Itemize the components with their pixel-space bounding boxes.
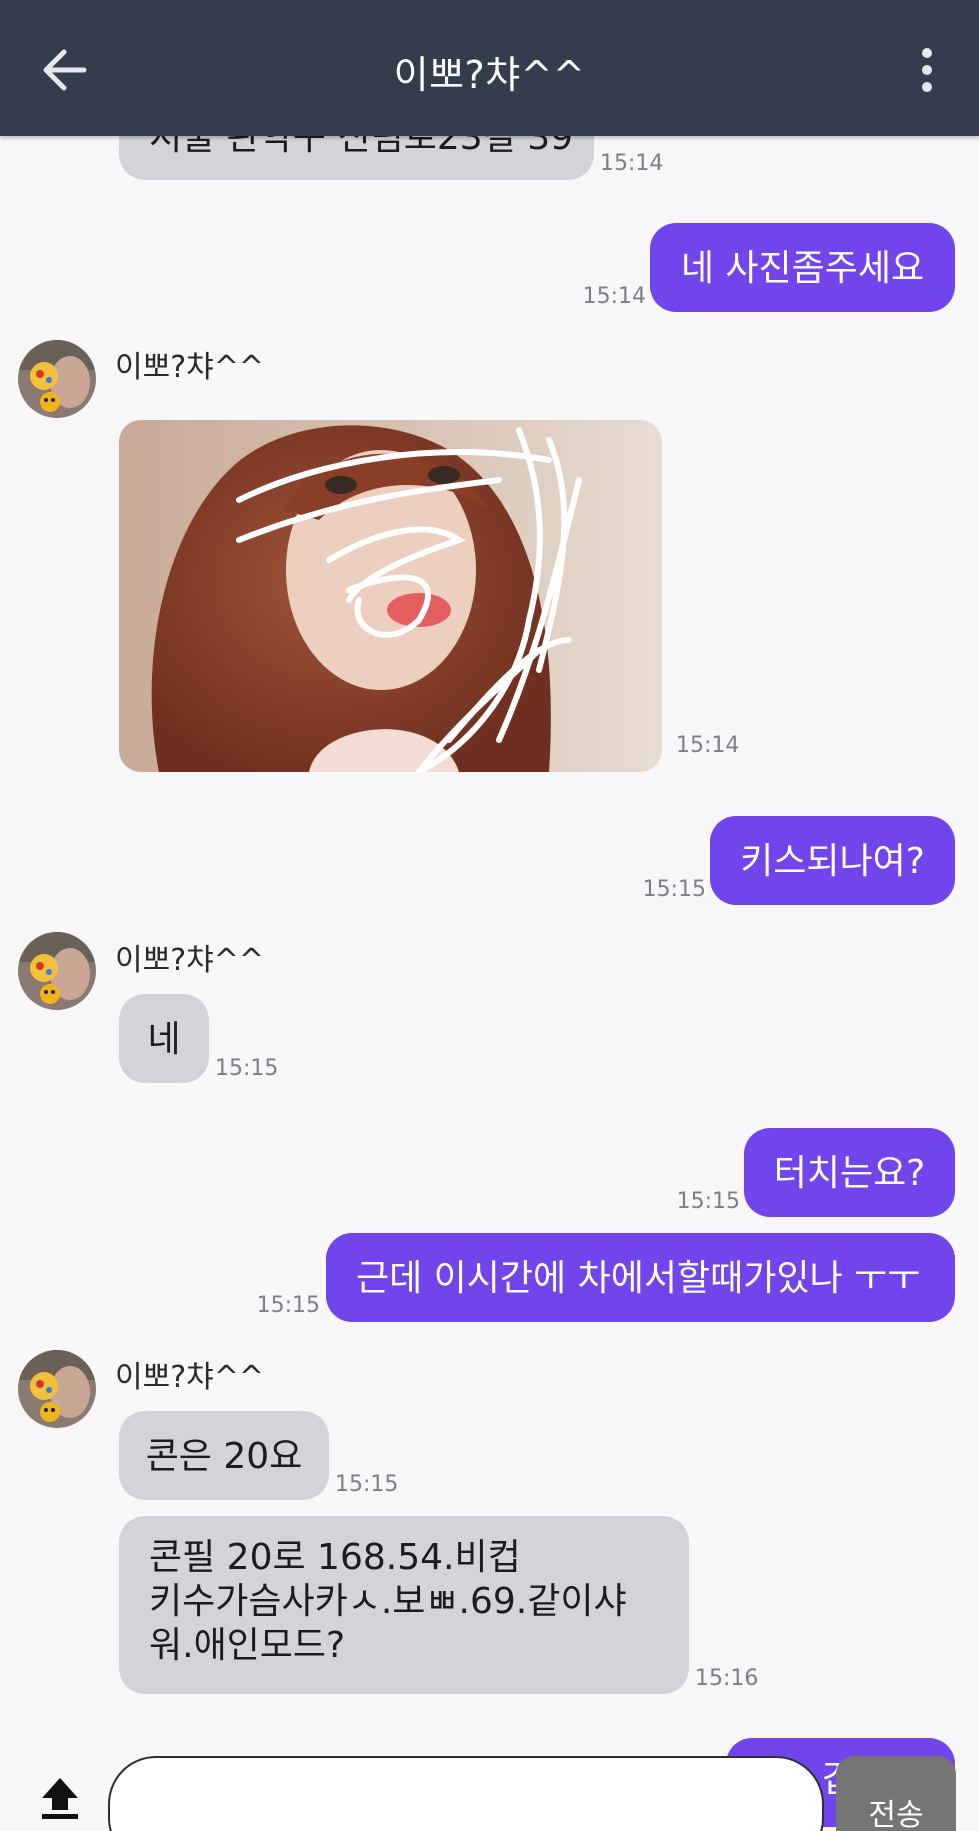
outgoing-message-bubble[interactable]: 네 사진좀주세요	[650, 223, 955, 312]
outgoing-message-bubble[interactable]: 근데 이시간에 차에서할때가있나 ㅜㅜ	[326, 1233, 955, 1322]
avatar[interactable]	[18, 340, 96, 418]
message-text-line: 콘필 20로 168.54.비컵	[149, 1537, 521, 1578]
message-text: 네 사진좀주세요	[680, 248, 925, 289]
avatar-image	[18, 340, 96, 418]
outgoing-message-bubble[interactable]: 터치는요?	[744, 1128, 955, 1217]
message-text: 네	[147, 1019, 181, 1060]
avatar[interactable]	[18, 1350, 96, 1428]
message-time: 15:15	[642, 877, 706, 902]
more-vertical-icon	[922, 48, 932, 92]
message-text: 콘은 20요	[145, 1436, 303, 1477]
send-button[interactable]: 전송	[836, 1756, 956, 1831]
message-text: 근데 이시간에 차에서할때가있나 ㅜㅜ	[356, 1258, 921, 1299]
page-title: 이뽀?챠^^	[393, 53, 586, 97]
sender-name: 이뽀?챠^^	[115, 1360, 264, 1395]
sender-name: 이뽀?챠^^	[115, 350, 264, 385]
sender-name: 이뽀?챠^^	[115, 943, 264, 978]
message-text-line: 워.애인모드?	[149, 1625, 346, 1666]
avatar-image	[18, 1350, 96, 1428]
chat-screen: 서울 관악구 신림로23길 39 15:14 15:14 네 사진좀주세요 이뽀…	[0, 0, 979, 1831]
avatar[interactable]	[18, 932, 96, 1010]
outgoing-message-bubble[interactable]: 키스되나여?	[710, 816, 955, 905]
message-photo[interactable]	[119, 420, 662, 772]
incoming-message-bubble[interactable]: 콘은 20요	[119, 1411, 329, 1500]
app-header: 이뽀?챠^^	[0, 0, 979, 136]
upload-button[interactable]	[34, 1772, 86, 1824]
more-options-button[interactable]	[905, 40, 949, 100]
incoming-message-bubble[interactable]: 네	[119, 994, 209, 1083]
message-time: 15:14	[600, 151, 664, 176]
message-time: 15:14	[582, 284, 646, 309]
upload-arrow-icon	[42, 1778, 78, 1819]
message-time: 15:15	[335, 1472, 399, 1497]
photo-image	[119, 420, 662, 772]
message-list[interactable]: 서울 관악구 신림로23길 39 15:14 15:14 네 사진좀주세요 이뽀…	[0, 0, 979, 1831]
message-time: 15:15	[256, 1293, 320, 1318]
incoming-message-bubble[interactable]: 콘필 20로 168.54.비컵 키수가슴사카ㅅ.보ㅃ.69.같이샤 워.애인모…	[119, 1516, 689, 1694]
message-time: 15:15	[676, 1189, 740, 1214]
message-input[interactable]	[108, 1756, 824, 1831]
message-text-line: 키수가슴사카ㅅ.보ㅃ.69.같이샤	[149, 1581, 627, 1622]
message-time: 15:14	[676, 733, 740, 758]
message-text: 터치는요?	[773, 1153, 926, 1194]
message-time: 15:16	[695, 1666, 759, 1691]
message-text: 키스되나여?	[740, 841, 925, 882]
avatar-image	[18, 932, 96, 1010]
message-time: 15:15	[215, 1056, 279, 1081]
